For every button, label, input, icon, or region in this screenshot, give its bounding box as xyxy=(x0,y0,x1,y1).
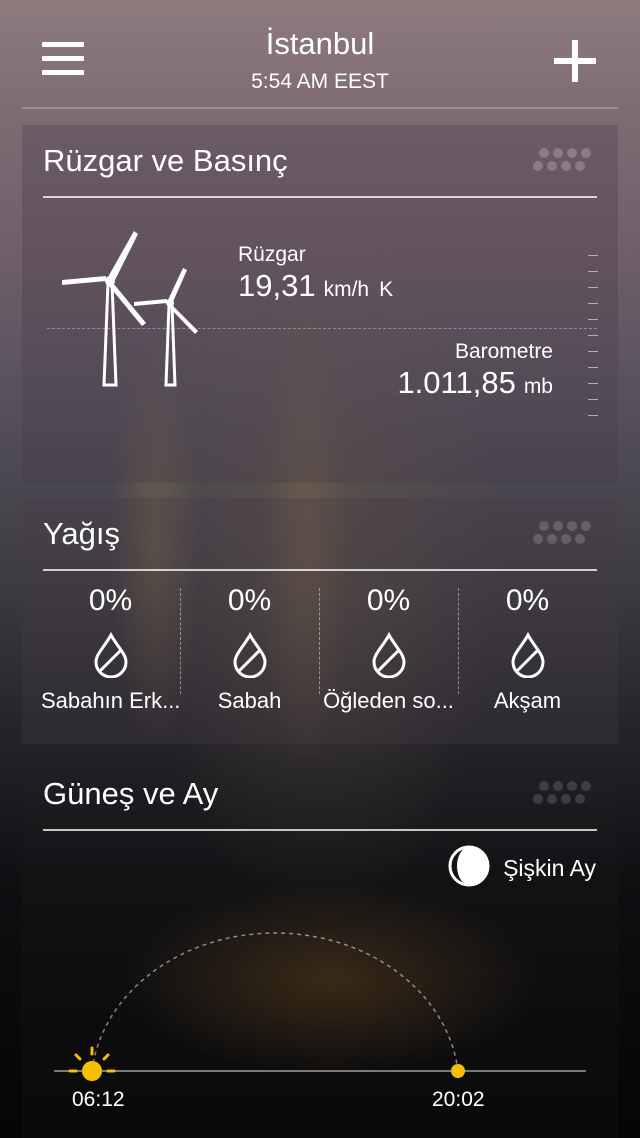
moon-phase: Şişkin Ay xyxy=(447,844,596,893)
wind-pressure-card: Rüzgar ve Basınç Rüzgar 19,31 km/h K Bar… xyxy=(22,125,618,483)
sunrise-time: 06:12 xyxy=(72,1088,125,1111)
city-name[interactable]: İstanbul xyxy=(0,26,640,62)
barometer-label: Barometre xyxy=(454,340,553,363)
add-location-button[interactable] xyxy=(554,40,596,82)
precipitation-card: Yağış 0% Sabahın Erk... 0% Sabah 0% Öğle… xyxy=(22,498,618,744)
rain-period-name: Sabahın Erk... xyxy=(41,688,180,713)
moon-phase-label: Şişkin Ay xyxy=(503,854,596,881)
wind-unit: km/h xyxy=(323,278,370,301)
sunset-marker xyxy=(451,1064,465,1078)
drag-handle-icon[interactable] xyxy=(532,147,596,173)
card-title: Güneş ve Ay xyxy=(43,776,219,811)
card-divider xyxy=(43,569,597,571)
rain-period: 0% Akşam xyxy=(458,584,597,724)
wind-speed-value: 19,31 xyxy=(238,268,316,303)
card-title: Rüzgar ve Basınç xyxy=(43,143,288,178)
sunset-time: 20:02 xyxy=(432,1088,485,1111)
rain-percent: 0% xyxy=(366,584,411,617)
header-divider xyxy=(22,107,618,109)
rain-period-name: Sabah xyxy=(217,688,282,713)
card-divider xyxy=(43,196,597,198)
wind-turbine-icon xyxy=(60,225,220,395)
rain-period-name: Öğleden so... xyxy=(323,688,454,713)
raindrop-icon xyxy=(231,631,269,679)
pressure-scale xyxy=(588,255,598,420)
rain-percent: 0% xyxy=(227,584,272,617)
barometer-reading: 1.011,85 mb xyxy=(397,365,553,401)
barometer-unit: mb xyxy=(523,375,553,398)
moon-icon xyxy=(447,844,491,893)
raindrop-icon xyxy=(370,631,408,679)
wind-speed: 19,31 km/h K xyxy=(238,268,393,304)
sun-moon-card: Güneş ve Ay Şişkin Ay 06:12 20:02 xyxy=(22,758,618,1138)
raindrop-icon xyxy=(92,631,130,679)
app-header: İstanbul 5:54 AM EEST xyxy=(0,0,640,109)
card-divider xyxy=(43,829,597,831)
sun-path-graph xyxy=(22,888,618,1103)
rain-period-name: Akşam xyxy=(493,688,562,713)
rain-period: 0% Sabah xyxy=(180,584,319,724)
rain-period: 0% Sabahın Erk... xyxy=(41,584,180,724)
drag-handle-icon[interactable] xyxy=(532,520,596,546)
rain-percent: 0% xyxy=(88,584,133,617)
rain-percent: 0% xyxy=(505,584,550,617)
rain-period: 0% Öğleden so... xyxy=(319,584,458,724)
card-title: Yağış xyxy=(43,516,120,551)
sun-icon xyxy=(68,1046,116,1081)
drag-handle-icon[interactable] xyxy=(532,780,596,806)
wind-label: Rüzgar xyxy=(238,243,306,266)
wind-direction: K xyxy=(379,278,394,301)
local-time: 5:54 AM EEST xyxy=(251,70,389,93)
raindrop-icon xyxy=(509,631,547,679)
barometer-value: 1.011,85 xyxy=(397,365,516,400)
